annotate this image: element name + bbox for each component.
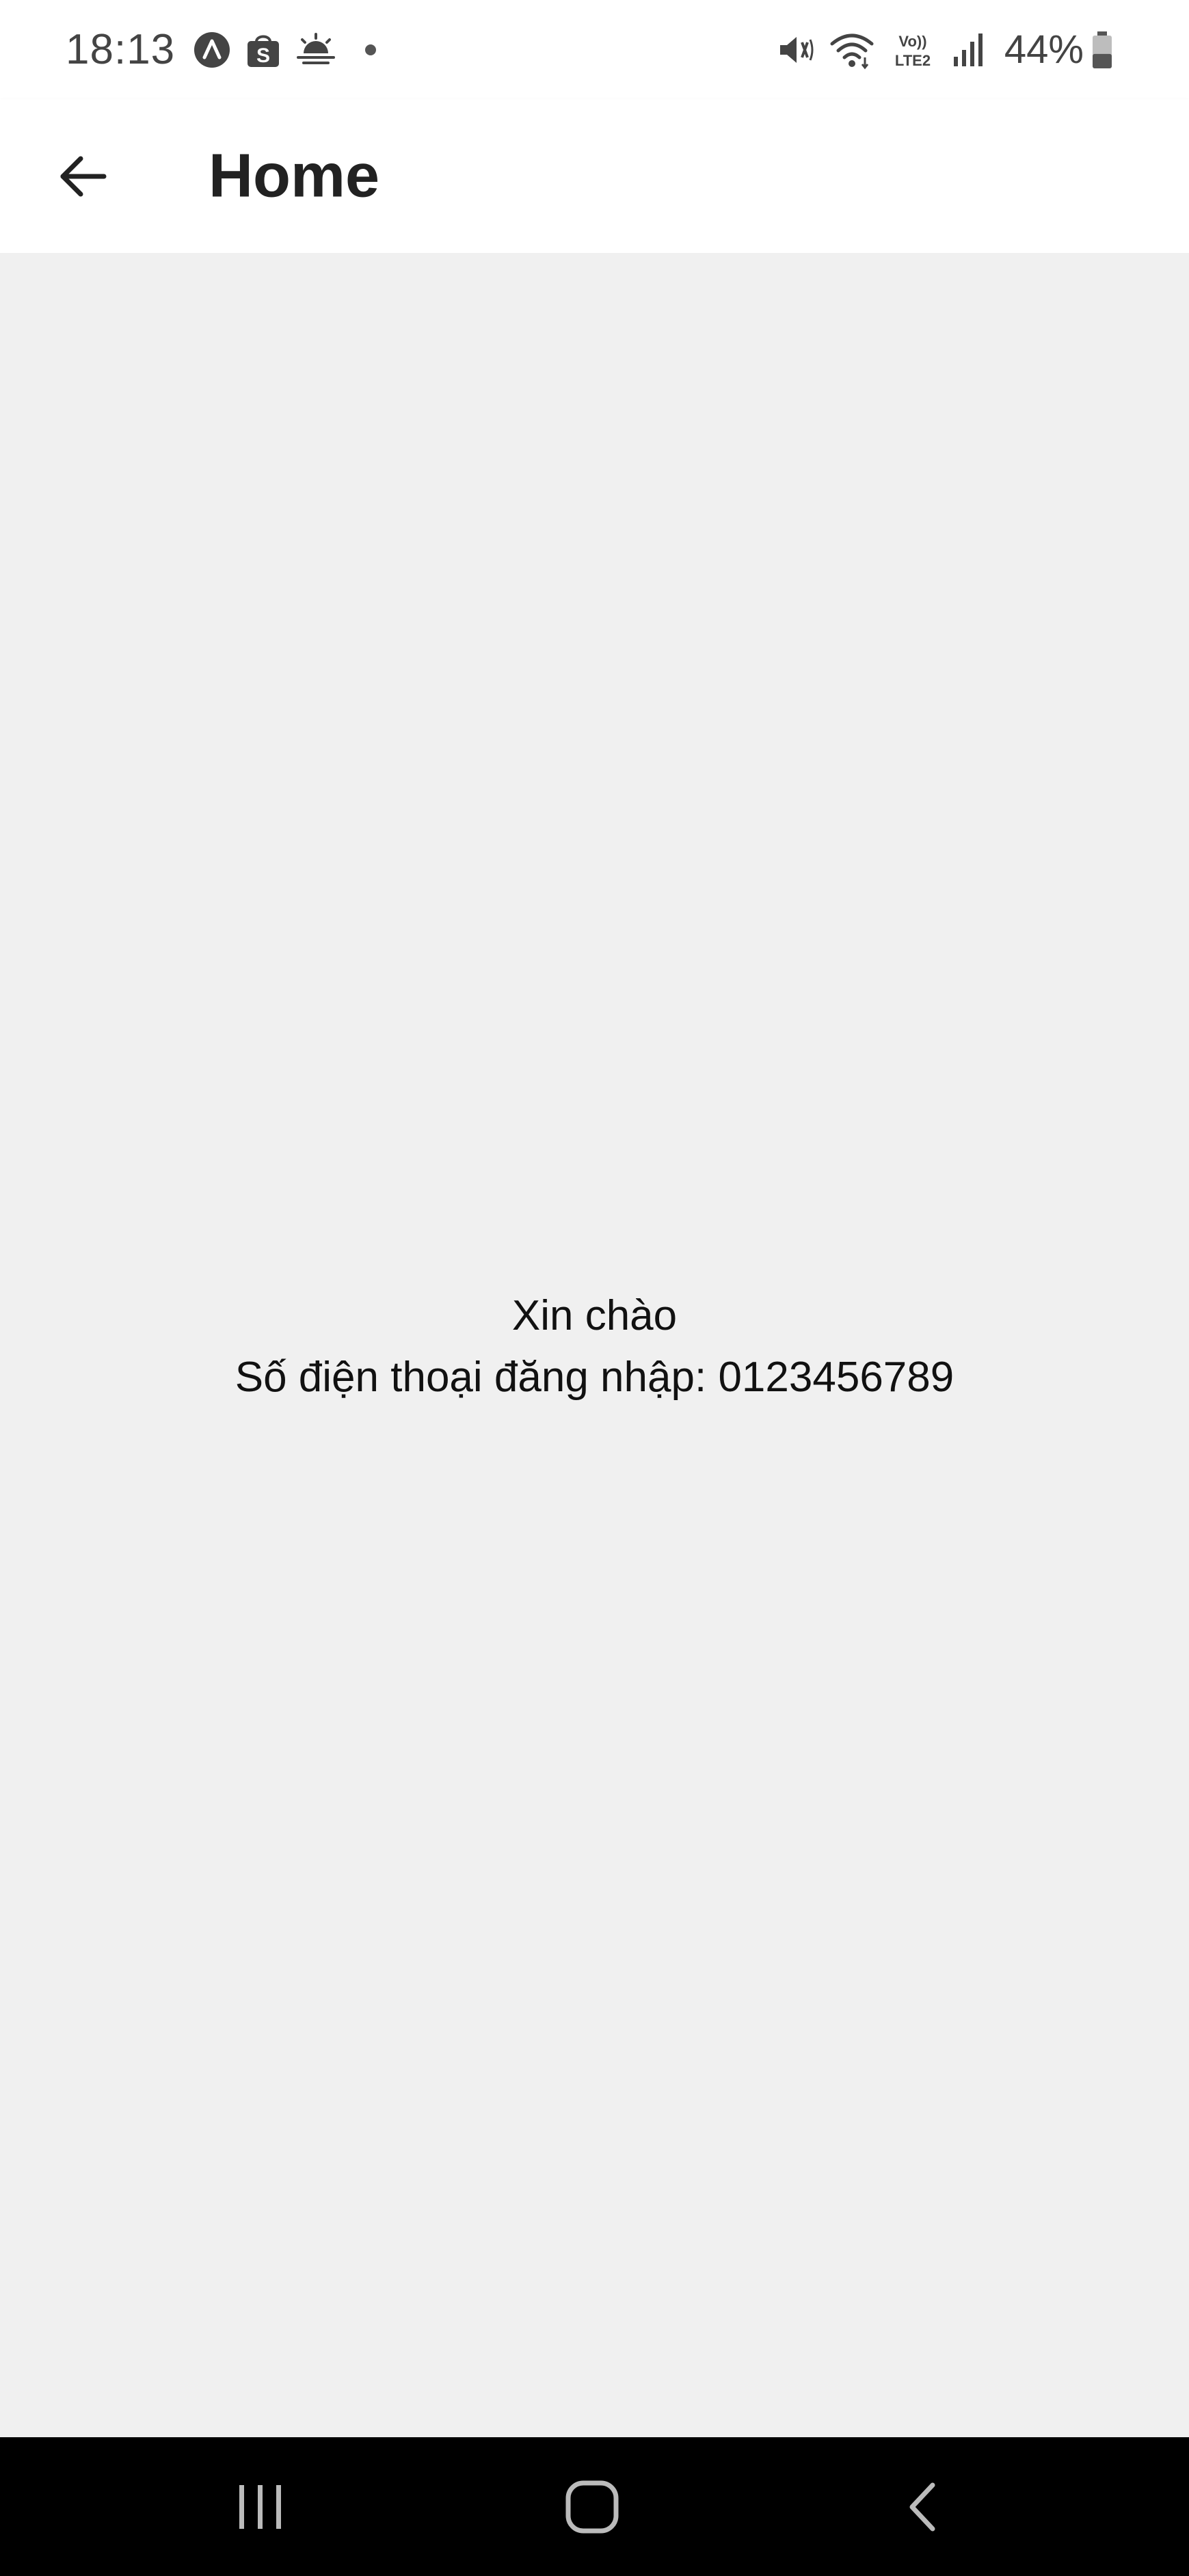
weather-sunrise-icon: [295, 32, 336, 67]
shopee-bag-icon: S: [245, 31, 282, 69]
page-title: Home: [209, 142, 380, 210]
home-button[interactable]: [551, 2466, 633, 2548]
back-icon: [909, 2482, 935, 2531]
greeting-text: Xin chào: [511, 1292, 678, 1339]
mute-vibrate-icon: [776, 30, 816, 70]
signal-icon: [951, 31, 985, 69]
svg-text:S: S: [256, 44, 270, 67]
svg-text:Vo)): Vo)): [898, 33, 926, 50]
svg-text:LTE2: LTE2: [895, 52, 931, 69]
main-content: Xin chào Số điện thoại đăng nhập: 012345…: [0, 253, 1189, 2437]
nav-back-button[interactable]: [883, 2466, 965, 2548]
status-bar-left: 18:13 S: [66, 25, 377, 74]
status-time: 18:13: [66, 26, 176, 73]
volte-lte2-icon: Vo)) LTE2: [888, 30, 937, 70]
status-bar-right: Vo)) LTE2 44%: [776, 27, 1127, 72]
recent-apps-icon: [239, 2484, 281, 2529]
app-a-icon: [193, 31, 231, 69]
wifi-icon: [829, 30, 874, 70]
battery-percent: 44%: [1004, 27, 1084, 72]
status-bar: 18:13 S Vo)) LTE2 44%: [0, 0, 1189, 99]
back-button[interactable]: [48, 142, 116, 211]
app-bar: Home: [0, 99, 1189, 253]
arrow-left-icon: [60, 156, 107, 196]
recent-apps-button[interactable]: [219, 2466, 301, 2548]
system-nav-bar: [0, 2437, 1189, 2576]
more-dot-icon: [365, 44, 377, 55]
phone-number-text: Số điện thoại đăng nhập: 0123456789: [235, 1354, 954, 1401]
greeting-block: Xin chào Số điện thoại đăng nhập: 012345…: [0, 1285, 1189, 1408]
home-icon: [565, 2480, 619, 2533]
battery-icon: [1091, 30, 1114, 70]
